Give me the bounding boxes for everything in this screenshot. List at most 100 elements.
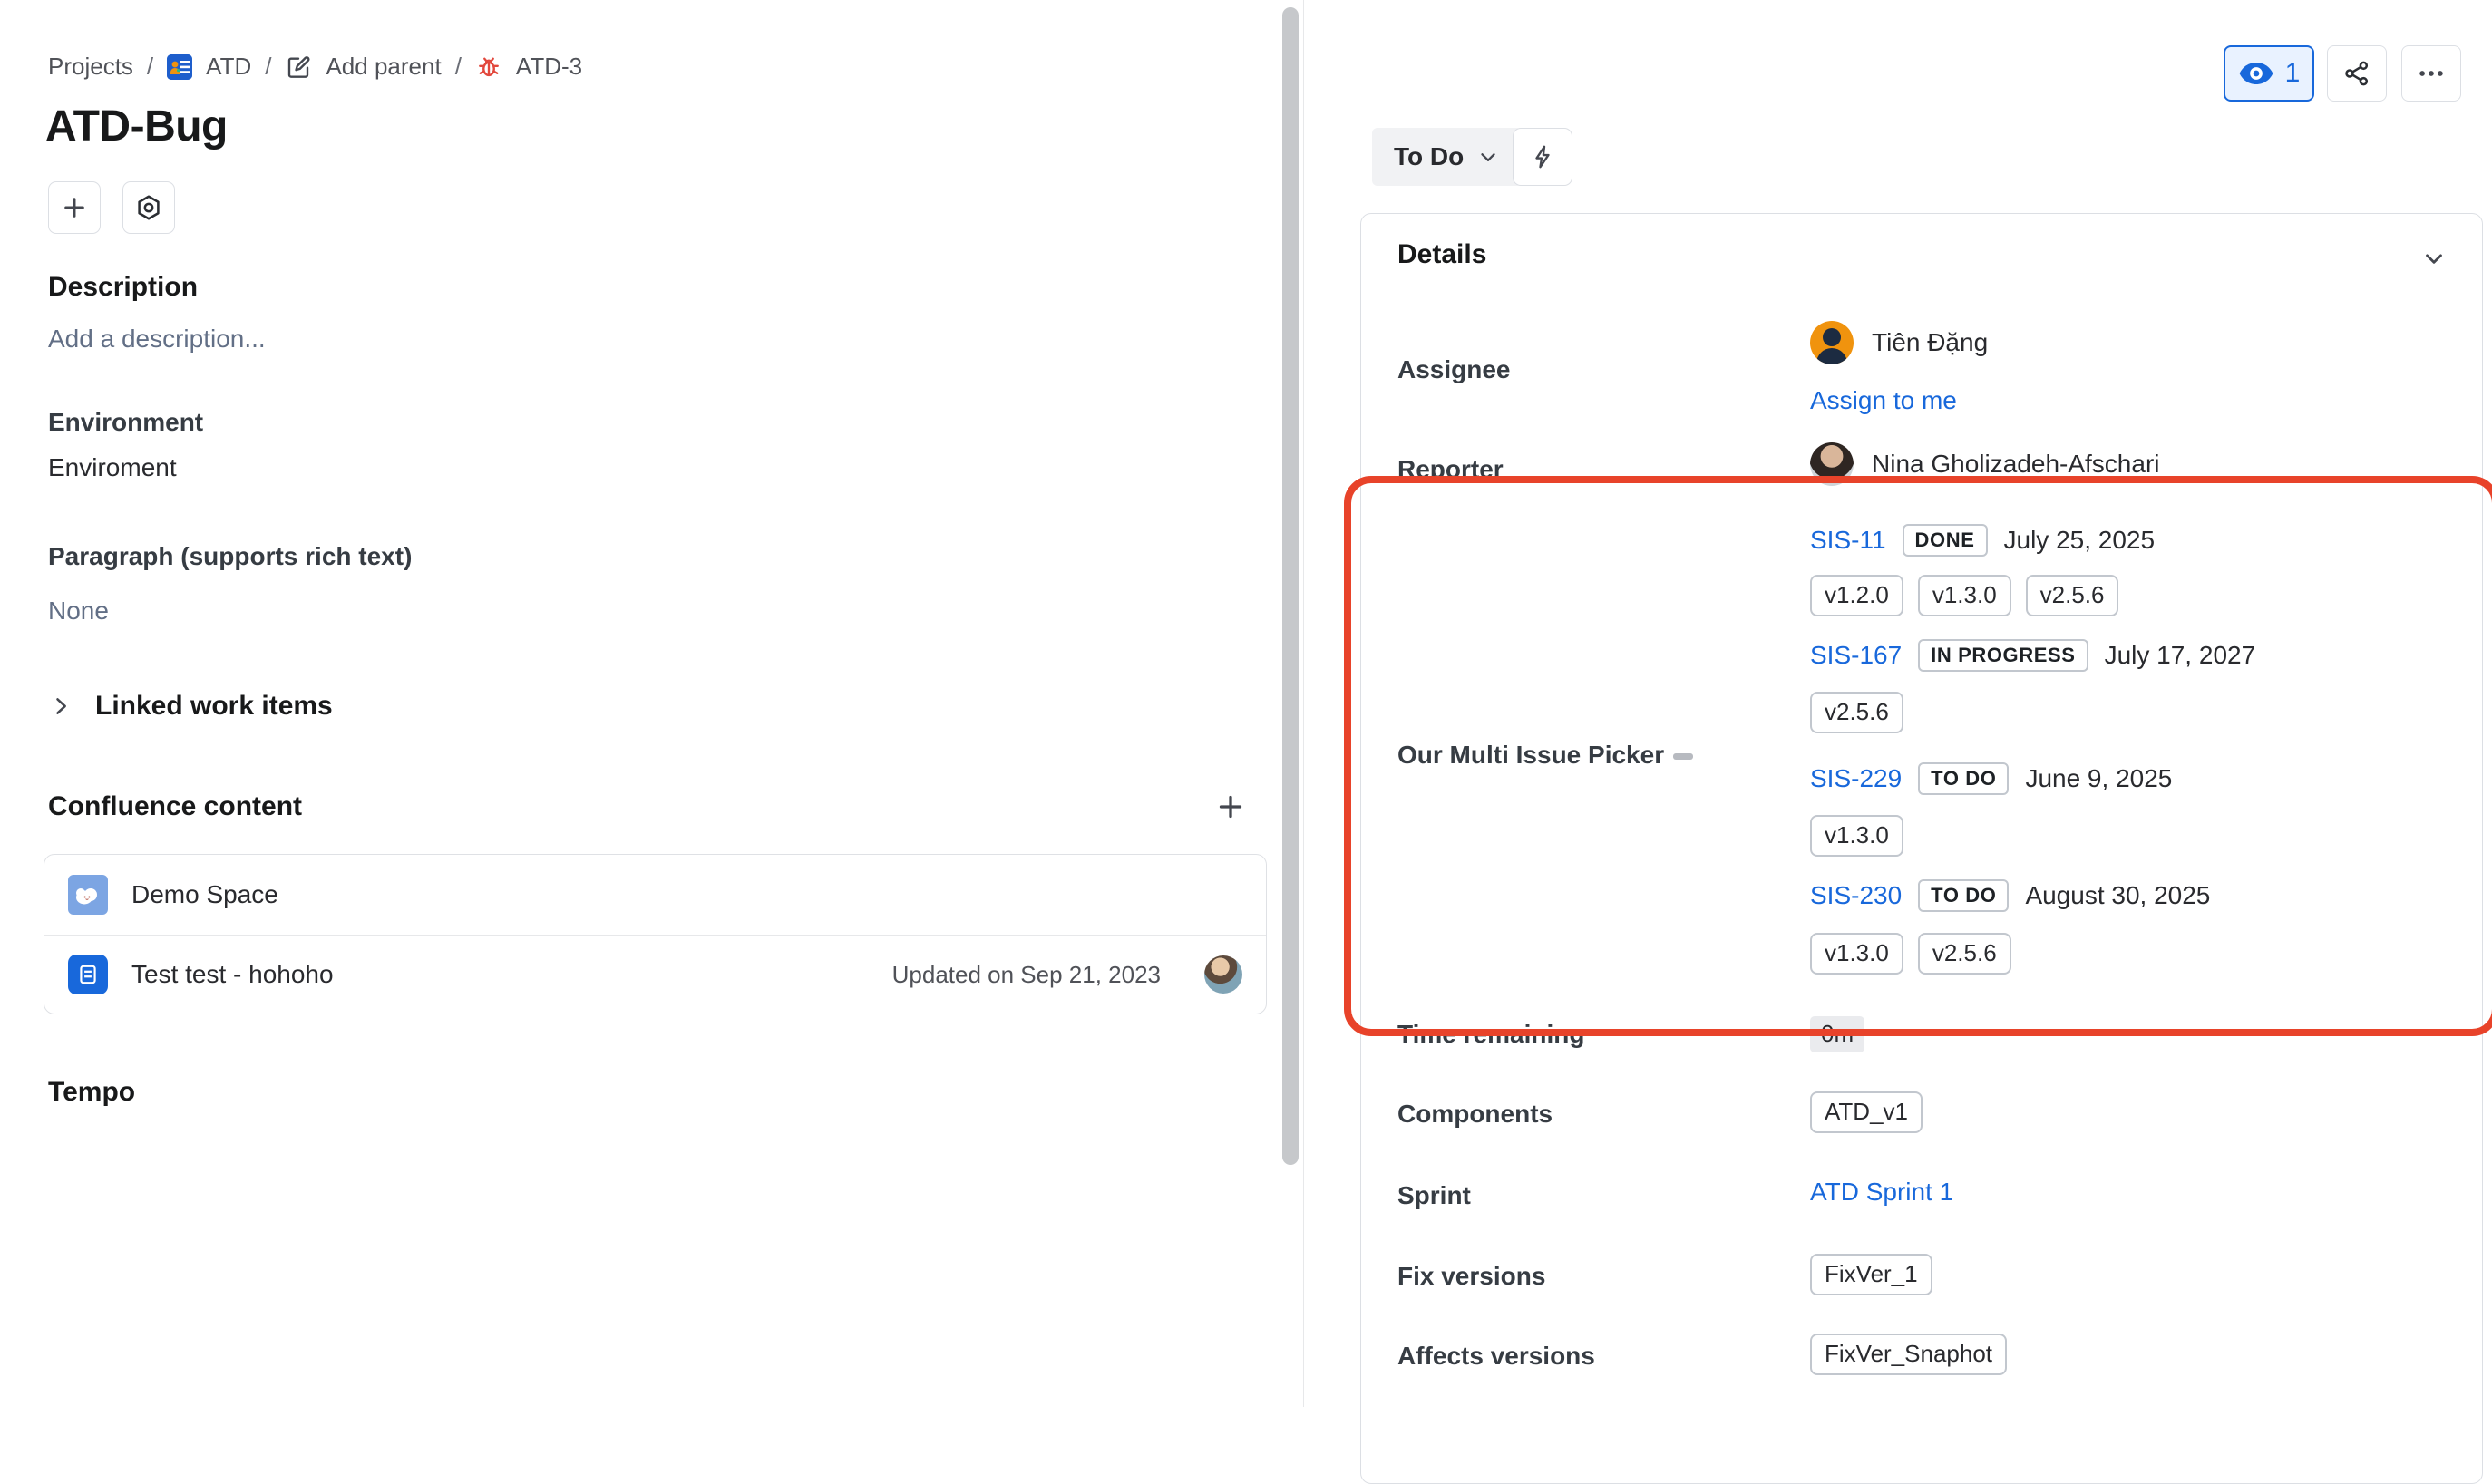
confluence-heading: Confluence content bbox=[48, 791, 302, 822]
version-chip[interactable]: v1.2.0 bbox=[1810, 575, 1903, 616]
cloud-space-icon bbox=[68, 875, 108, 915]
affects-versions-label: Affects versions bbox=[1397, 1338, 1778, 1374]
status-label: To Do bbox=[1394, 142, 1464, 171]
component-chip[interactable]: ATD_v1 bbox=[1810, 1091, 1923, 1133]
paragraph-field-value[interactable]: None bbox=[48, 597, 109, 626]
confluence-space-title: Demo Space bbox=[131, 880, 278, 909]
details-heading: Details bbox=[1397, 239, 1486, 270]
chevron-down-icon[interactable] bbox=[2420, 245, 2448, 276]
share-icon bbox=[2342, 59, 2371, 88]
avatar bbox=[1810, 442, 1854, 486]
hexagon-apps-icon bbox=[134, 193, 163, 222]
reporter-name: Nina Gholizadeh-Afschari bbox=[1872, 450, 2160, 479]
version-chip-row: v1.3.0 v2.5.6 bbox=[1810, 933, 2011, 975]
affects-version-chip[interactable]: FixVer_Snaphot bbox=[1810, 1334, 2007, 1375]
status-badge: IN PROGRESS bbox=[1918, 639, 2088, 672]
sprint-link[interactable]: ATD Sprint 1 bbox=[1810, 1178, 1953, 1207]
components-label: Components bbox=[1397, 1096, 1778, 1132]
plus-icon bbox=[60, 193, 89, 222]
pane-divider bbox=[1303, 0, 1304, 1407]
confluence-page-updated: Updated on Sep 21, 2023 bbox=[892, 961, 1161, 989]
automation-button[interactable] bbox=[1513, 128, 1572, 186]
picker-issue-row: SIS-229 TO DO June 9, 2025 bbox=[1810, 759, 2172, 799]
status-badge: DONE bbox=[1903, 524, 1988, 557]
linked-work-items-heading: Linked work items bbox=[95, 691, 333, 722]
assignee-label: Assignee bbox=[1397, 352, 1778, 388]
version-chip-row: v1.2.0 v1.3.0 v2.5.6 bbox=[1810, 575, 2118, 616]
share-button[interactable] bbox=[2327, 45, 2387, 102]
time-remaining-value[interactable]: 0m bbox=[1810, 1016, 1864, 1052]
add-button[interactable] bbox=[48, 181, 101, 234]
status-badge: TO DO bbox=[1918, 879, 2009, 912]
eye-icon bbox=[2238, 60, 2274, 87]
avatar bbox=[1810, 321, 1854, 364]
issue-link[interactable]: SIS-11 bbox=[1810, 526, 1886, 555]
watch-button[interactable]: 1 bbox=[2224, 45, 2314, 102]
edit-icon bbox=[285, 53, 312, 81]
more-actions-button[interactable] bbox=[2401, 45, 2461, 102]
fix-versions-label: Fix versions bbox=[1397, 1258, 1778, 1295]
description-placeholder[interactable]: Add a description... bbox=[48, 325, 266, 354]
chevron-right-icon bbox=[48, 694, 73, 719]
bug-icon bbox=[475, 53, 502, 81]
project-avatar-icon bbox=[167, 54, 192, 80]
breadcrumb-project-link[interactable]: ATD bbox=[206, 53, 251, 81]
assign-to-me-link[interactable]: Assign to me bbox=[1810, 386, 1957, 415]
reporter-label: Reporter bbox=[1397, 451, 1778, 488]
issue-link[interactable]: SIS-167 bbox=[1810, 641, 1902, 670]
paragraph-field-label: Paragraph (supports rich text) bbox=[48, 542, 412, 571]
version-chip[interactable]: v1.3.0 bbox=[1810, 933, 1903, 975]
issue-link[interactable]: SIS-229 bbox=[1810, 764, 1902, 793]
chevron-down-icon bbox=[1476, 145, 1500, 169]
picker-issue-row: SIS-230 TO DO August 30, 2025 bbox=[1810, 876, 2210, 916]
confluence-page-item[interactable]: Test test - hohoho Updated on Sep 21, 20… bbox=[44, 936, 1266, 1014]
fix-version-chip[interactable]: FixVer_1 bbox=[1810, 1254, 1932, 1295]
reporter-value[interactable]: Nina Gholizadeh-Afschari bbox=[1810, 442, 2160, 486]
apps-button[interactable] bbox=[122, 181, 175, 234]
environment-value[interactable]: Enviroment bbox=[48, 453, 177, 482]
add-confluence-content-button[interactable] bbox=[1214, 790, 1247, 823]
linked-work-items-toggle[interactable]: Linked work items bbox=[48, 691, 333, 722]
breadcrumb-issue-link[interactable]: ATD-3 bbox=[516, 53, 582, 81]
tempo-heading: Tempo bbox=[48, 1077, 135, 1108]
lightning-icon bbox=[1529, 143, 1556, 170]
version-chip[interactable]: v2.5.6 bbox=[1810, 692, 1903, 733]
version-chip-row: v1.3.0 bbox=[1810, 815, 1903, 857]
left-pane-scrollbar[interactable] bbox=[1282, 7, 1299, 1165]
assignee-value[interactable]: Tiên Đặng bbox=[1810, 321, 1988, 364]
label-truncation-dash bbox=[1673, 753, 1693, 760]
breadcrumb-separator: / bbox=[265, 53, 271, 81]
sprint-label: Sprint bbox=[1397, 1178, 1778, 1214]
watch-count: 1 bbox=[2285, 58, 2301, 89]
ellipsis-icon bbox=[2416, 58, 2447, 89]
confluence-card: Demo Space Test test - hohoho Updated on… bbox=[44, 854, 1267, 1014]
confluence-page-title: Test test - hohoho bbox=[131, 960, 334, 989]
version-chip[interactable]: v1.3.0 bbox=[1918, 575, 2011, 616]
confluence-space-item[interactable]: Demo Space bbox=[44, 855, 1266, 935]
issue-summary-title[interactable]: ATD-Bug bbox=[45, 102, 228, 151]
issue-date: August 30, 2025 bbox=[2025, 881, 2210, 910]
confluence-header-row: Confluence content bbox=[48, 790, 1247, 823]
issue-link[interactable]: SIS-230 bbox=[1810, 881, 1902, 910]
description-heading: Description bbox=[48, 272, 198, 303]
details-panel: Details Assignee Tiên Đặng Assign to me … bbox=[1360, 213, 2483, 1484]
version-chip[interactable]: v2.5.6 bbox=[2026, 575, 2119, 616]
issue-date: July 25, 2025 bbox=[2004, 526, 2156, 555]
jira-issue-view: { "breadcrumb": { "projects": "Projects"… bbox=[0, 0, 2492, 1407]
issue-date: June 9, 2025 bbox=[2025, 764, 2172, 793]
environment-label: Environment bbox=[48, 408, 203, 437]
assignee-name: Tiên Đặng bbox=[1872, 328, 1988, 357]
picker-issue-row: SIS-167 IN PROGRESS July 17, 2027 bbox=[1810, 635, 2255, 675]
breadcrumb-separator: / bbox=[455, 53, 462, 81]
status-dropdown[interactable]: To Do bbox=[1372, 128, 1522, 186]
breadcrumb-add-parent-link[interactable]: Add parent bbox=[326, 53, 441, 81]
issue-quick-actions bbox=[48, 181, 175, 234]
breadcrumb-projects-link[interactable]: Projects bbox=[48, 53, 133, 81]
time-remaining-label: Time remaining bbox=[1397, 1016, 1778, 1052]
version-chip[interactable]: v2.5.6 bbox=[1918, 933, 2011, 975]
version-chip[interactable]: v1.3.0 bbox=[1810, 815, 1903, 857]
breadcrumb-separator: / bbox=[147, 53, 153, 81]
version-chip-row: v2.5.6 bbox=[1810, 692, 1903, 733]
issue-picker-label: Our Multi Issue Picker bbox=[1397, 737, 1778, 773]
picker-issue-row: SIS-11 DONE July 25, 2025 bbox=[1810, 520, 2155, 560]
